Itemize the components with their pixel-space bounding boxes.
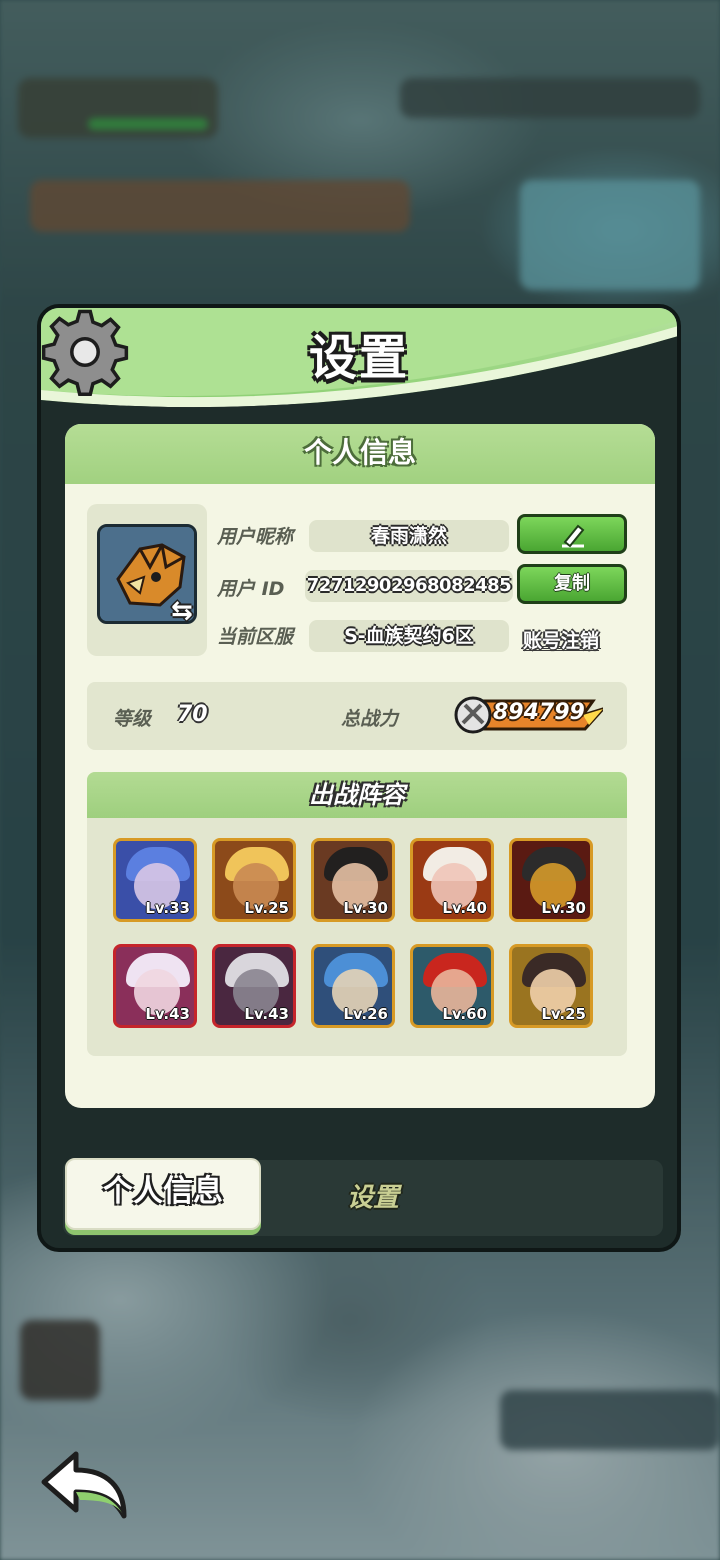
- hero-level: Lv.26: [343, 1005, 388, 1023]
- settings-panel: 设置 个人信息 ⇆ 用户昵称 春雨潇然 用户 ID: [37, 304, 681, 1252]
- level-label: 等级: [113, 708, 152, 730]
- lineup-title: 出战阵容: [87, 772, 627, 818]
- tab-personal-info[interactable]: 个人信息: [65, 1158, 261, 1230]
- nickname-label: 用户昵称: [217, 526, 294, 548]
- stats-bar: 等级 70 总战力 894799: [87, 682, 627, 750]
- edit-nickname-button[interactable]: [517, 514, 627, 554]
- hero-portrait[interactable]: Lv.25: [509, 944, 593, 1028]
- hero-portrait[interactable]: Lv.26: [311, 944, 395, 1028]
- hero-portrait[interactable]: Lv.30: [509, 838, 593, 922]
- avatar-container: ⇆: [87, 504, 207, 656]
- hero-portrait[interactable]: Lv.43: [212, 944, 296, 1028]
- hero-portrait[interactable]: Lv.30: [311, 838, 395, 922]
- profile-card: 个人信息 ⇆ 用户昵称 春雨潇然 用户 ID 7271290296808: [65, 424, 655, 1108]
- hero-level: Lv.30: [343, 899, 388, 917]
- nickname-value: 春雨潇然: [309, 520, 509, 552]
- server-label: 当前区服: [217, 626, 294, 648]
- hero-portrait[interactable]: Lv.40: [410, 838, 494, 922]
- panel-title: 设置: [308, 330, 409, 386]
- server-value: S-血族契约6区: [309, 620, 509, 652]
- hero-portrait[interactable]: Lv.33: [113, 838, 197, 922]
- hero-portrait[interactable]: Lv.43: [113, 944, 197, 1028]
- copy-id-button[interactable]: 复制: [517, 564, 627, 604]
- tab-settings[interactable]: 设置: [293, 1160, 453, 1236]
- power-label: 总战力: [341, 708, 399, 730]
- user-id-value: 7271290296808​2485: [305, 570, 513, 602]
- hero-level: Lv.43: [145, 1005, 190, 1023]
- tab-bar: 个人信息 设置: [63, 1158, 663, 1236]
- hero-level: Lv.43: [244, 1005, 289, 1023]
- power-value: 894799: [493, 700, 585, 725]
- logout-account-link[interactable]: 账号注销: [523, 626, 599, 653]
- hero-portrait[interactable]: Lv.25: [212, 838, 296, 922]
- hero-portrait[interactable]: Lv.60: [410, 944, 494, 1028]
- level-value: 70: [177, 702, 208, 727]
- hero-level: Lv.33: [145, 899, 190, 917]
- back-arrow-icon[interactable]: [38, 1448, 130, 1522]
- panel-header: 设置: [41, 308, 677, 418]
- card-title: 个人信息: [65, 424, 655, 484]
- battle-lineup: 出战阵容 Lv.33 Lv.25 Lv.30 Lv.40 Lv.30 Lv.43 Lv.43…: [87, 772, 627, 1056]
- hero-level: Lv.40: [442, 899, 487, 917]
- hero-level: Lv.30: [541, 899, 586, 917]
- user-id-label: 用户 ID: [217, 578, 285, 600]
- hero-level: Lv.25: [541, 1005, 586, 1023]
- swap-icon[interactable]: ⇆: [171, 596, 193, 626]
- pencil-icon: [562, 524, 585, 548]
- hero-level: Lv.60: [442, 1005, 487, 1023]
- hero-level: Lv.25: [244, 899, 289, 917]
